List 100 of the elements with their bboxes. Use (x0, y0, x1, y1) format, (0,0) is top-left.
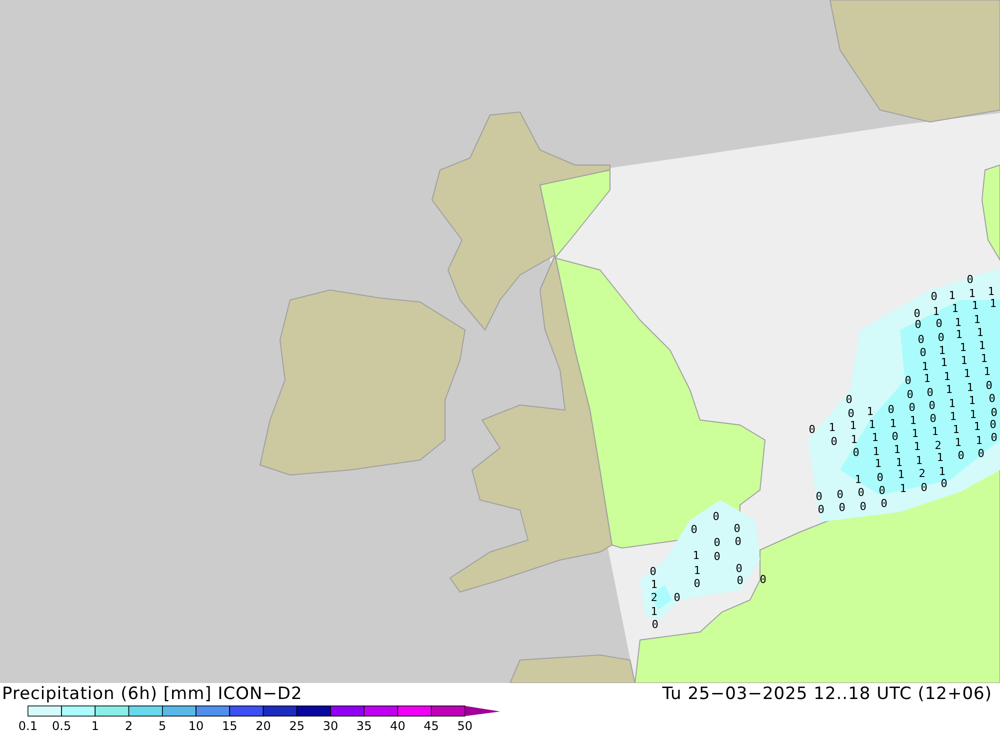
precipitation-value: 0 (990, 431, 998, 444)
precipitation-value: 0 (930, 290, 938, 303)
scale-tick-label: 40 (390, 719, 406, 733)
precipitation-value: 1 (948, 289, 956, 302)
precipitation-value: 2 (934, 439, 942, 452)
precipitation-value: 1 (866, 405, 874, 418)
valid-time: Tu 25−03−2025 12..18 UTC (12+06) (662, 684, 992, 704)
precipitation-value: 1 (952, 302, 958, 315)
precipitation-value: 1 (978, 339, 986, 352)
precipitation-value: 1 (910, 414, 916, 427)
precipitation-value: 0 (652, 618, 658, 631)
precipitation-value: 1 (980, 352, 988, 365)
precipitation-value: 0 (986, 379, 992, 392)
precipitation-value: 0 (830, 435, 838, 448)
precipitation-value: 0 (714, 536, 720, 549)
precipitation-value: 0 (978, 447, 984, 460)
precipitation-value: 1 (976, 434, 982, 447)
precipitation-value: 1 (894, 443, 900, 456)
precipitation-value: 1 (936, 451, 944, 464)
precipitation-value: 1 (952, 423, 960, 436)
precipitation-value: 0 (936, 317, 942, 330)
precipitation-value: 0 (808, 423, 816, 436)
precipitation-value: 0 (940, 477, 948, 490)
scale-tick-label: 50 (457, 719, 473, 733)
scale-tick-label: 35 (356, 719, 372, 733)
precipitation-value: 0 (914, 318, 922, 331)
precipitation-value: 1 (694, 564, 700, 577)
precipitation-value: 1 (872, 445, 880, 458)
precipitation-value: 0 (736, 574, 744, 587)
precipitation-value: 1 (868, 418, 876, 431)
precipitation-value: 1 (898, 468, 904, 481)
precipitation-value: 1 (922, 360, 928, 373)
precipitation-value: 0 (860, 500, 866, 513)
precipitation-value: 0 (734, 535, 742, 548)
precipitation-value: 1 (968, 287, 976, 300)
precipitation-value: 1 (932, 305, 940, 318)
precipitation-value: 0 (736, 562, 742, 575)
precipitation-value: 0 (714, 550, 720, 563)
precipitation-value: 0 (938, 331, 944, 344)
precipitation-value: 1 (966, 381, 974, 394)
scale-tick-label: 0.1 (18, 719, 38, 733)
precipitation-value: 1 (968, 394, 976, 407)
precipitation-value: 1 (972, 299, 978, 312)
precipitation-value: 1 (940, 356, 948, 369)
precipitation-value: 1 (874, 457, 882, 470)
precipitation-value: 1 (946, 383, 952, 396)
scale-tick-label: 10 (188, 719, 204, 733)
precipitation-value: 0 (918, 333, 924, 346)
precipitation-value: 1 (970, 408, 976, 421)
precipitation-value: 1 (960, 354, 968, 367)
scale-tick-label: 30 (322, 719, 338, 733)
precipitation-value: 0 (880, 497, 888, 510)
precipitation-value: 0 (904, 374, 912, 387)
precipitation-value: 1 (650, 605, 658, 618)
precipitation-value: 0 (914, 307, 920, 320)
precipitation-value: 0 (818, 503, 824, 516)
precipitation-value: 0 (650, 565, 656, 578)
precipitation-value: 1 (692, 549, 700, 562)
scale-tick-label: 15 (222, 719, 238, 733)
precipitation-value: 1 (938, 465, 946, 478)
precipitation-value: 1 (948, 397, 956, 410)
precipitation-value: 1 (850, 419, 856, 432)
precipitation-value: 0 (966, 273, 974, 286)
precipitation-value: 0 (930, 412, 936, 425)
precipitation-value: 0 (988, 392, 996, 405)
precipitation-value: 1 (850, 433, 858, 446)
precipitation-value: 1 (914, 440, 920, 453)
scale-tick-label: 2 (124, 719, 133, 733)
precipitation-value: 0 (816, 490, 822, 503)
precipitation-value: 0 (926, 386, 934, 399)
scale-tick-label: 5 (158, 719, 166, 733)
precipitation-value: 1 (974, 420, 980, 433)
legend-title: Precipitation (6h) [mm] ICON−D2 (2, 684, 302, 704)
precipitation-value: 0 (908, 401, 916, 414)
precipitation-value: 1 (954, 436, 962, 449)
precipitation-value: 0 (892, 430, 898, 443)
precipitation-value: 1 (896, 456, 902, 469)
precipitation-value: 0 (878, 484, 886, 497)
precipitation-value: 0 (888, 403, 894, 416)
precipitation-value: 1 (956, 328, 962, 341)
precipitation-value: 2 (918, 467, 926, 480)
precipitation-value: 0 (920, 346, 926, 359)
precipitation-value: 1 (916, 454, 922, 467)
precipitation-value: 0 (734, 522, 740, 535)
precipitation-value: 2 (650, 591, 658, 604)
precipitation-value: 0 (990, 406, 998, 419)
precipitation-value: 0 (846, 393, 852, 406)
precipitation-value: 1 (984, 365, 990, 378)
precipitation-value: 0 (694, 577, 700, 590)
precipitation-value: 1 (900, 482, 906, 495)
precipitation-value: 1 (974, 313, 980, 326)
scale-tick-label: 45 (424, 719, 439, 733)
precipitation-value: 0 (674, 591, 680, 604)
precipitation-value: 1 (988, 285, 994, 298)
precipitation-value: 0 (876, 471, 884, 484)
scale-tick-label: 25 (289, 719, 304, 733)
precipitation-value: 1 (932, 425, 938, 438)
precipitation-value: 0 (906, 388, 914, 401)
precipitation-value: 1 (924, 372, 930, 385)
precipitation-value: 0 (836, 488, 844, 501)
